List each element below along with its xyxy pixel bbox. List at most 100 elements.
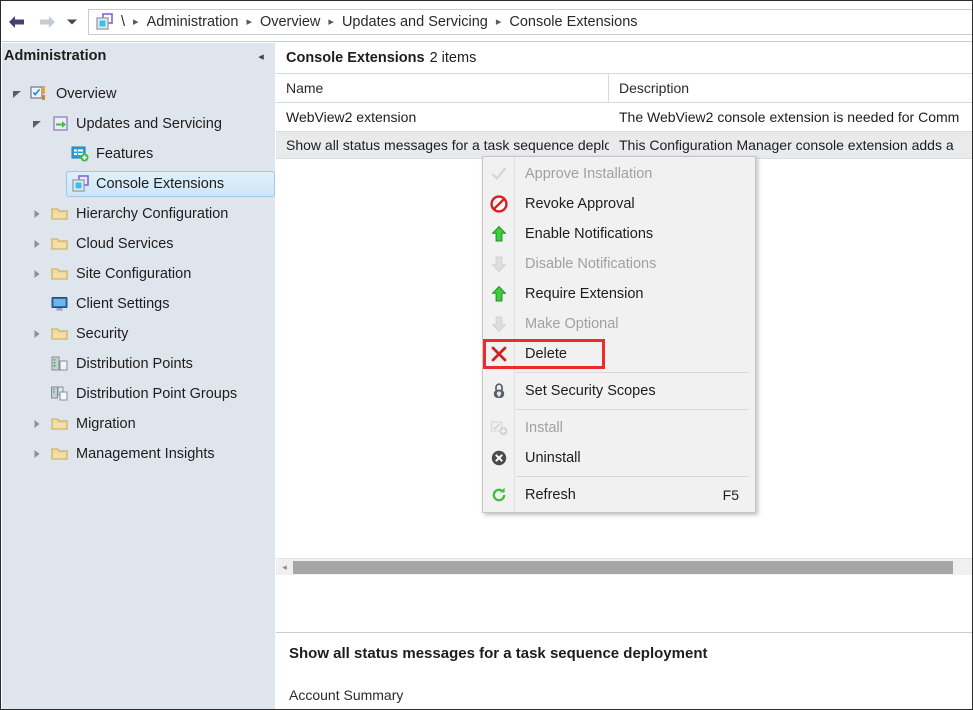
back-button[interactable] [2,7,32,37]
sidebar-item-site-configuration[interactable]: Site Configuration [2,259,275,289]
tree-item-content[interactable]: Updates and Servicing [46,111,275,137]
menu-item-label: Refresh [525,487,576,503]
menu-item-delete[interactable]: Delete [483,339,755,369]
list-header: Console Extensions 2 items [276,43,972,73]
column-header-description[interactable]: Description [609,74,972,102]
navigation-sidebar: Administration ◂ Overview Updates and Ser… [2,43,275,709]
sidebar-item-distribution-points[interactable]: Distribution Points [2,349,275,379]
tree-collapsed-icon[interactable] [28,201,46,227]
menu-item-label: Install [525,420,563,436]
folder-icon [50,325,72,343]
collapse-sidebar-icon[interactable]: ◂ [253,48,269,64]
breadcrumb-path[interactable]: \ ▸ Administration ▸ Overview ▸ Updates … [88,8,972,35]
sidebar-item-features[interactable]: Features [2,139,275,169]
overview-icon [30,85,52,103]
column-header-name[interactable]: Name [276,74,609,102]
sidebar-item-updates-and-servicing[interactable]: Updates and Servicing [2,109,275,139]
tree-item-content[interactable]: Site Configuration [46,261,275,287]
menu-item-make-optional: Make Optional [483,309,755,339]
sidebar-item-label: Migration [76,416,136,432]
sidebar-item-distribution-point-groups[interactable]: Distribution Point Groups [2,379,275,409]
tree-item-content[interactable]: Features [66,141,275,167]
tree-collapsed-icon[interactable] [28,321,46,347]
menu-item-label: Uninstall [525,450,581,466]
sidebar-item-migration[interactable]: Migration [2,409,275,439]
tree-item-content[interactable]: Distribution Point Groups [46,381,275,407]
menu-item-refresh[interactable]: Refresh F5 [483,480,755,510]
menu-item-label: Set Security Scopes [525,383,656,399]
menu-item-enable-notifications[interactable]: Enable Notifications [483,219,755,249]
sidebar-item-console-extensions[interactable]: Console Extensions [2,169,275,199]
sidebar-item-overview[interactable]: Overview [2,79,275,109]
tree-collapsed-icon[interactable] [28,261,46,287]
cell-name: Show all status messages for a task sequ… [286,137,609,153]
updates-icon [50,115,72,133]
tree-collapsed-icon[interactable] [28,231,46,257]
tree-collapsed-icon[interactable] [28,441,46,467]
scroll-left-icon[interactable]: ◂ [276,560,293,575]
sidebar-title: Administration [4,48,107,64]
tree-item-content[interactable]: Hierarchy Configuration [46,201,275,227]
distribution-point-icon [50,355,72,373]
breadcrumb-root[interactable]: \ [121,14,125,30]
breadcrumb-item-overview[interactable]: Overview [260,14,320,30]
folder-icon [50,205,72,223]
breadcrumb-item-updates-and-servicing[interactable]: Updates and Servicing [342,14,488,30]
tree-collapsed-icon[interactable] [28,411,46,437]
tree-item-content[interactable]: Distribution Points [46,351,275,377]
extensions-list: WebView2 extension The WebView2 console e… [276,103,972,159]
tree-item-content[interactable]: Overview [26,81,275,107]
breadcrumb-item-console-extensions[interactable]: Console Extensions [509,14,637,30]
menu-item-install: Install [483,413,755,443]
gray-down-arrow-icon [483,309,514,339]
tree-item-content[interactable]: Console Extensions [66,171,275,197]
tree-item-content[interactable]: Security [46,321,275,347]
cell-description: This Configuration Manager console exten… [619,137,954,153]
history-dropdown-button[interactable] [62,7,82,37]
refresh-icon [483,480,514,510]
tree-expanded-icon[interactable] [8,81,26,107]
sidebar-item-label: Management Insights [76,446,215,462]
menu-item-label: Approve Installation [525,166,653,182]
horizontal-scrollbar[interactable]: ◂ [276,558,972,575]
console-extensions-icon [70,175,92,193]
sidebar-item-management-insights[interactable]: Management Insights [2,439,275,469]
sidebar-item-label: Distribution Points [76,356,193,372]
padlock-icon [483,376,514,406]
table-row[interactable]: Show all status messages for a task sequ… [276,131,972,159]
cell-description: The WebView2 console extension is needed… [619,109,960,125]
menu-item-require-extension[interactable]: Require Extension [483,279,755,309]
tree-item-content[interactable]: Cloud Services [46,231,275,257]
sidebar-item-label: Client Settings [76,296,170,312]
tree-expanded-icon[interactable] [28,111,46,137]
sidebar-item-cloud-services[interactable]: Cloud Services [2,229,275,259]
sidebar-item-label: Features [96,146,154,162]
menu-item-uninstall[interactable]: Uninstall [483,443,755,473]
sidebar-item-security[interactable]: Security [2,319,275,349]
gray-down-arrow-icon [483,249,514,279]
menu-item-revoke-approval[interactable]: Revoke Approval [483,189,755,219]
menu-item-label: Delete [525,346,567,362]
green-up-arrow-icon [483,279,514,309]
cell-name: WebView2 extension [286,109,417,125]
red-x-icon [483,339,514,369]
menu-item-label: Revoke Approval [525,196,635,212]
sidebar-item-hierarchy-configuration[interactable]: Hierarchy Configuration [2,199,275,229]
tree-item-content[interactable]: Management Insights [46,441,275,467]
breadcrumb-item-administration[interactable]: Administration [147,14,239,30]
scrollbar-thumb[interactable] [293,560,953,574]
scrollbar-track[interactable] [293,560,972,575]
table-row[interactable]: WebView2 extension The WebView2 console e… [276,103,972,131]
menu-item-label: Disable Notifications [525,256,657,272]
tree-leaf-spacer [28,351,46,377]
client-settings-icon [50,295,72,313]
tree-item-content[interactable]: Migration [46,411,275,437]
sidebar-item-client-settings[interactable]: Client Settings [2,289,275,319]
forward-button[interactable] [32,7,62,37]
tree-item-content[interactable]: Client Settings [46,291,275,317]
breadcrumb-separator-icon: ▸ [328,16,334,28]
menu-item-set-security-scopes[interactable]: Set Security Scopes [483,376,755,406]
menu-item-disable-notifications: Disable Notifications [483,249,755,279]
page-title: Console Extensions [286,50,425,66]
distribution-point-group-icon [50,385,72,403]
